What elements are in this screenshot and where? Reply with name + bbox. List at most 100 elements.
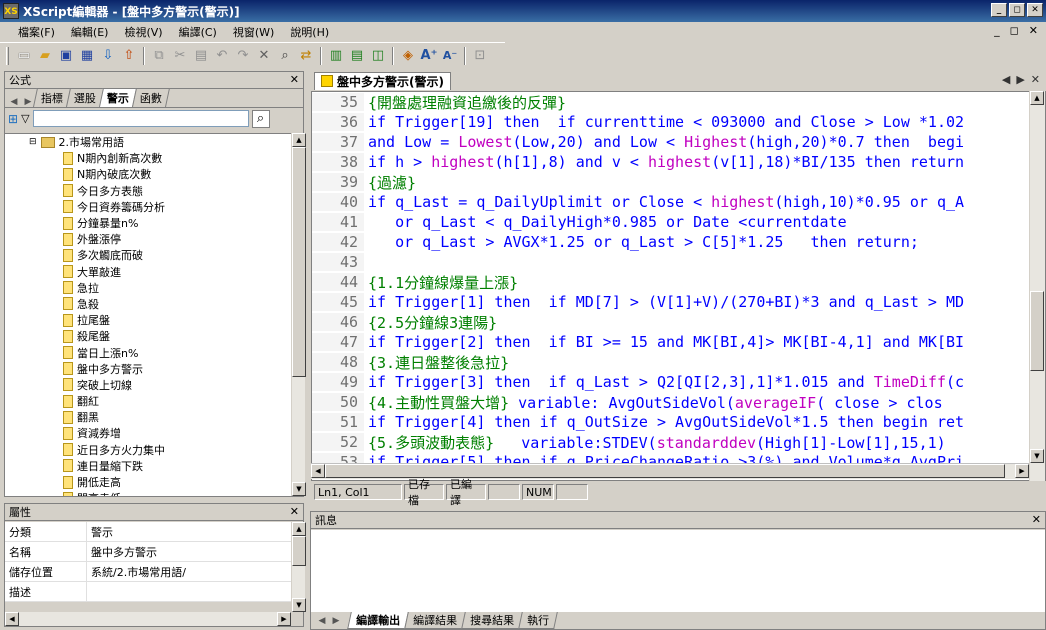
scroll-right-icon[interactable]: ▶ [277, 612, 291, 626]
delete-icon[interactable]: ✕ [254, 46, 274, 66]
tab-prev-icon[interactable]: ◀ [1002, 73, 1010, 86]
filter-input[interactable] [32, 110, 249, 127]
tab-compile-output[interactable]: 編譯輸出 [347, 612, 409, 629]
tree-item[interactable]: 開高走低 [5, 490, 291, 496]
tab-scroll-left-icon[interactable]: ◀ [7, 97, 21, 107]
tree-item[interactable]: 當日上漲n% [5, 344, 291, 360]
scroll-up-icon[interactable]: ▲ [292, 133, 306, 147]
tree-item[interactable]: N期內創新高次數 [5, 150, 291, 166]
tab-alert[interactable]: 警示 [98, 88, 138, 107]
cut-icon[interactable]: ✂ [170, 46, 190, 66]
tree-item[interactable]: 分鐘暴量n% [5, 215, 291, 231]
scroll-down-icon[interactable]: ▼ [1030, 449, 1044, 463]
code-line[interactable]: 47 if Trigger[2] then if BI >= 15 and MK[… [312, 332, 1045, 352]
replace-icon[interactable]: ⇄ [296, 46, 316, 66]
layout-icon[interactable]: ▤ [347, 46, 367, 66]
scroll-thumb[interactable] [292, 147, 306, 377]
scroll-down-icon[interactable]: ▼ [292, 598, 306, 612]
tab-screener[interactable]: 選股 [65, 88, 105, 107]
mdi-close-button[interactable]: ✕ [1029, 24, 1038, 37]
tree-item[interactable]: 翻黑 [5, 409, 291, 425]
tree-item[interactable]: 突破上切線 [5, 377, 291, 393]
search-icon[interactable]: ⌕ [251, 109, 270, 128]
menu-help[interactable]: 說明(H) [282, 24, 337, 40]
collapse-icon[interactable]: ⊟ [29, 137, 37, 147]
tree-item[interactable]: 拉尾盤 [5, 312, 291, 328]
message-output[interactable] [311, 530, 1045, 612]
maximize-button[interactable]: ◻ [1009, 3, 1025, 17]
code-line[interactable]: 42 or q_Last > AVGX*1.25 or q_Last > C[5… [312, 232, 1045, 252]
minimize-button[interactable]: _ [991, 3, 1007, 17]
import-icon[interactable]: ⇩ [98, 46, 118, 66]
mdi-restore-button[interactable]: ◻ [1010, 24, 1019, 37]
code-line[interactable]: 45 if Trigger[1] then if MD[7] > (V[1]+V)… [312, 292, 1045, 312]
save-all-icon[interactable]: ▦ [77, 46, 97, 66]
title-bar[interactable]: XS XScript編輯器 - [盤中多方警示(警示)] _ ◻ ✕ [0, 0, 1046, 22]
copy-icon[interactable]: ⧉ [149, 46, 169, 66]
menu-file[interactable]: 檔案(F) [10, 24, 63, 40]
menu-compile[interactable]: 編譯(C) [171, 24, 225, 40]
scroll-left-icon[interactable]: ◀ [311, 464, 325, 478]
scroll-right-icon[interactable]: ▶ [1015, 464, 1029, 478]
code-line[interactable]: 46 {2.5分鐘線3連陽} [312, 312, 1045, 332]
tree-item[interactable]: N期內破底次數 [5, 166, 291, 182]
menu-edit[interactable]: 編輯(E) [63, 24, 117, 40]
tab-indicator[interactable]: 指標 [32, 88, 72, 107]
tab-next-icon[interactable]: ▶ [1016, 73, 1024, 86]
code-line[interactable]: 44 {1.1分鐘線爆量上漲} [312, 272, 1045, 292]
scroll-left-icon[interactable]: ◀ [5, 612, 19, 626]
compile-icon[interactable]: ▥ [326, 46, 346, 66]
code-line[interactable]: 43 [312, 252, 1045, 272]
scroll-thumb[interactable] [292, 536, 306, 566]
property-row[interactable]: 分類 警示 [5, 522, 291, 542]
tree-item[interactable]: 急殺 [5, 296, 291, 312]
code-line[interactable]: 37 and Low = Lowest(Low,20) and Low < Hig… [312, 132, 1045, 152]
tree-item[interactable]: 急拉 [5, 280, 291, 296]
tree-folder[interactable]: ⊟ 2.市場常用語 [5, 134, 291, 150]
tree-item[interactable]: 今日資券籌碼分析 [5, 199, 291, 215]
code-line[interactable]: 50 {4.主動性買盤大增} variable: AvgOutSideVol(av… [312, 392, 1045, 412]
code-line[interactable]: 40 if q_Last = q_DailyUplimit or Close < … [312, 192, 1045, 212]
new-file-icon[interactable]: ▭ [14, 46, 34, 66]
formula-pane-close-icon[interactable]: ✕ [290, 73, 299, 86]
tree-item[interactable]: 外盤漲停 [5, 231, 291, 247]
font-increase-icon[interactable]: A⁺ [419, 46, 439, 66]
message-pane-close-icon[interactable]: ✕ [1032, 513, 1041, 526]
code-line[interactable]: 48 {3.連日盤整後急拉} [312, 352, 1045, 372]
code-line[interactable]: 49 if Trigger[3] then if q_Last > Q2[QI[2… [312, 372, 1045, 392]
tab-function[interactable]: 函數 [131, 88, 171, 107]
tag-icon[interactable]: ◈ [398, 46, 418, 66]
code-line[interactable]: 52 {5.多頭波動表態} variable:STDEV(standarddev(… [312, 432, 1045, 452]
properties-scrollbar[interactable]: ▲ ▼ [291, 522, 306, 612]
editor-vscrollbar[interactable]: ▲ ▼ [1029, 91, 1045, 481]
export-icon[interactable]: ⇧ [119, 46, 139, 66]
document-tab[interactable]: 盤中多方警示(警示) [314, 71, 451, 90]
split-icon[interactable]: ◫ [368, 46, 388, 66]
code-editor[interactable]: 35 {開盤處理融資追繳後的反彈} 36 if Trigger[19] then if… [311, 91, 1046, 481]
tree-scrollbar[interactable]: ▲ ▼ [291, 133, 306, 496]
menu-window[interactable]: 視窗(W) [225, 24, 282, 40]
properties-pane-close-icon[interactable]: ✕ [290, 505, 299, 518]
properties-hscrollbar[interactable]: ◀ ▶ [5, 612, 291, 626]
undo-icon[interactable]: ↶ [212, 46, 232, 66]
tab-close-icon[interactable]: ✕ [1031, 73, 1040, 86]
save-icon[interactable]: ▣ [56, 46, 76, 66]
tree-item[interactable]: 多次觸底而破 [5, 247, 291, 263]
property-row[interactable]: 描述 [5, 582, 291, 602]
tree-item[interactable]: 大單敲進 [5, 264, 291, 280]
tree-item[interactable]: 殺尾盤 [5, 328, 291, 344]
code-line[interactable]: 41 or q_Last < q_DailyHigh*0.985 or Date… [312, 212, 1045, 232]
find-icon[interactable]: ⌕ [275, 46, 295, 66]
tree-view-icon[interactable]: ⊞ [8, 112, 18, 126]
exit-icon[interactable]: ⊡ [470, 46, 490, 66]
menu-view[interactable]: 檢視(V) [116, 24, 170, 40]
property-row[interactable]: 儲存位置 系統/2.市場常用語/ [5, 562, 291, 582]
font-decrease-icon[interactable]: A⁻ [440, 46, 460, 66]
code-line[interactable]: 35 {開盤處理融資追繳後的反彈} [312, 92, 1045, 112]
tree-item[interactable]: 連日量縮下跌 [5, 458, 291, 474]
open-folder-icon[interactable]: ▰ [35, 46, 55, 66]
filter-dropdown-icon[interactable]: ▽ [21, 112, 29, 125]
tree-item[interactable]: 翻紅 [5, 393, 291, 409]
tab-scroll-right-icon[interactable]: ▶ [329, 616, 343, 626]
scroll-up-icon[interactable]: ▲ [292, 522, 306, 536]
